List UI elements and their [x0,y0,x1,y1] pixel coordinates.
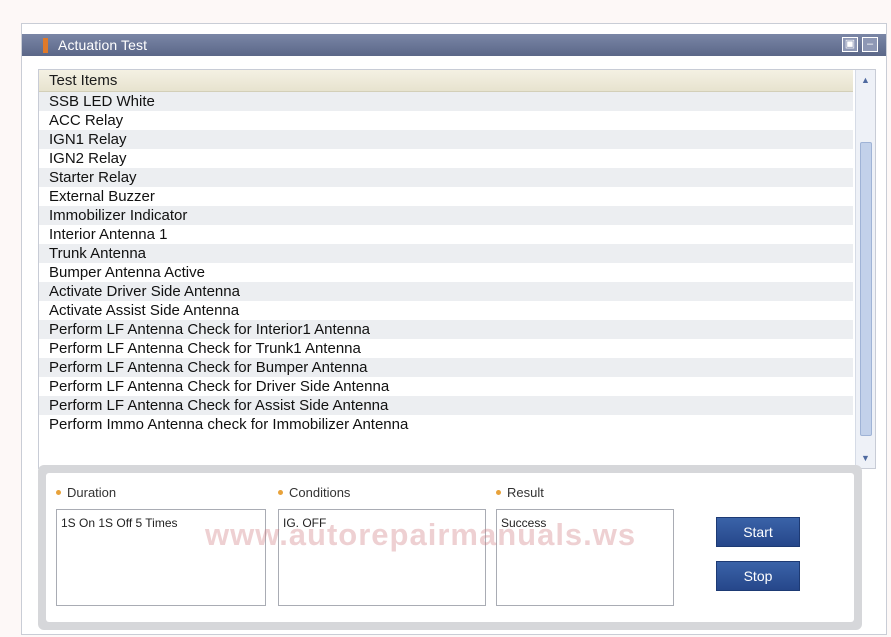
list-item[interactable]: Perform LF Antenna Check for Trunk1 Ante… [39,339,853,358]
list-scrollbar[interactable]: ▲ ▼ [855,70,875,468]
bullet-icon [56,490,61,495]
conditions-label-text: Conditions [289,485,351,500]
list-item[interactable]: Perform LF Antenna Check for Interior1 A… [39,320,853,339]
list-item[interactable]: External Buzzer [39,187,853,206]
list-item[interactable]: Perform LF Antenna Check for Bumper Ante… [39,358,853,377]
scroll-up-arrow-icon[interactable]: ▲ [856,72,875,88]
list-item[interactable]: Perform Immo Antenna check for Immobiliz… [39,415,853,434]
duration-label: Duration [56,485,116,500]
result-label-text: Result [507,485,544,500]
title-bar: Actuation Test ▣ – [22,34,886,56]
duration-label-text: Duration [67,485,117,500]
list-item[interactable]: SSB LED White [39,92,853,111]
list-item[interactable]: Activate Assist Side Antenna [39,301,853,320]
window-accent-marker [43,37,48,53]
list-item[interactable]: Trunk Antenna [39,244,853,263]
minimize-icon[interactable]: – [862,37,878,52]
list-item[interactable]: Interior Antenna 1 [39,225,853,244]
result-label: Result [496,485,544,500]
list-item[interactable]: Perform LF Antenna Check for Driver Side… [39,377,853,396]
scroll-down-arrow-icon[interactable]: ▼ [856,450,875,466]
list-item[interactable]: IGN1 Relay [39,130,853,149]
maximize-icon[interactable]: ▣ [842,37,858,52]
bullet-icon [496,490,501,495]
conditions-label: Conditions [278,485,350,500]
bullet-icon [278,490,283,495]
list-header: Test Items [39,70,853,92]
list-item[interactable]: Starter Relay [39,168,853,187]
list-item[interactable]: IGN2 Relay [39,149,853,168]
stop-button[interactable]: Stop [716,561,800,591]
list-item[interactable]: Perform LF Antenna Check for Assist Side… [39,396,853,415]
list-item[interactable]: ACC Relay [39,111,853,130]
scrollbar-thumb[interactable] [860,142,872,436]
window-title: Actuation Test [58,37,148,53]
list-item[interactable]: Immobilizer Indicator [39,206,853,225]
test-items-list: Test Items SSB LED White ACC Relay IGN1 … [38,69,876,469]
list-rows: SSB LED White ACC Relay IGN1 Relay IGN2 … [39,92,853,434]
list-item[interactable]: Activate Driver Side Antenna [39,282,853,301]
window-controls: ▣ – [842,37,878,52]
watermark: www.autorepairmanuals.ws [205,517,637,552]
start-button[interactable]: Start [716,517,800,547]
list-item[interactable]: Bumper Antenna Active [39,263,853,282]
